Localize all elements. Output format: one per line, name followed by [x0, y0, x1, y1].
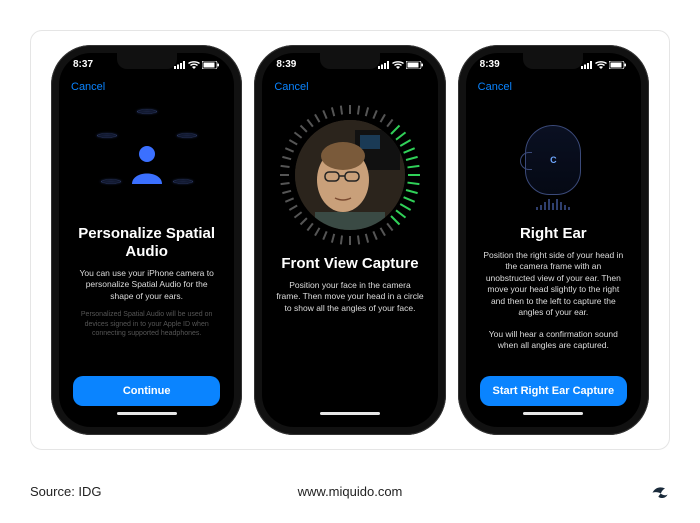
- content-2: Front View Capture Position your face in…: [262, 99, 437, 427]
- phone-1: 8:37 Cancel: [51, 45, 242, 435]
- cancel-button[interactable]: Cancel: [274, 81, 308, 93]
- cancel-button[interactable]: Cancel: [478, 81, 512, 93]
- battery-icon: [609, 61, 627, 69]
- screen-description: Position the right side of your head in …: [480, 250, 627, 319]
- wifi-icon: [595, 61, 607, 69]
- wifi-icon: [392, 61, 404, 69]
- site-url: www.miquido.com: [298, 484, 403, 499]
- ear-label: C: [550, 155, 557, 165]
- head-outline-icon: C: [525, 125, 581, 195]
- source-label: Source: IDG: [30, 484, 102, 499]
- status-icons: [581, 61, 627, 69]
- screen-description-2: You will hear a confirmation sound when …: [480, 329, 627, 352]
- home-indicator[interactable]: [117, 412, 177, 415]
- status-time: 8:39: [276, 59, 296, 70]
- status-time: 8:37: [73, 59, 93, 70]
- ear-icon: [520, 152, 532, 170]
- wifi-icon: [188, 61, 200, 69]
- screen-title: Personalize Spatial Audio: [73, 225, 220, 261]
- person-icon: [130, 144, 164, 184]
- miquido-logo-icon: [650, 481, 670, 501]
- ear-capture-graphic: C: [488, 105, 618, 215]
- start-capture-button[interactable]: Start Right Ear Capture: [480, 376, 627, 406]
- status-time: 8:39: [480, 59, 500, 70]
- battery-icon: [406, 61, 424, 69]
- camera-preview: [295, 120, 405, 230]
- notch: [117, 53, 177, 69]
- screen-1: 8:37 Cancel: [59, 53, 234, 427]
- notch: [320, 53, 380, 69]
- footer: Source: IDG www.miquido.com: [30, 481, 670, 501]
- cancel-button[interactable]: Cancel: [71, 81, 105, 93]
- content-1: Personalize Spatial Audio You can use yo…: [59, 99, 234, 427]
- screenshot-frame: 8:37 Cancel: [30, 30, 670, 450]
- screen-description: Position your face in the camera frame. …: [276, 280, 423, 314]
- screen-2: 8:39 Cancel: [262, 53, 437, 427]
- notch: [523, 53, 583, 69]
- content-3: C Right Ear Position the right side of y…: [466, 99, 641, 427]
- status-icons: [378, 61, 424, 69]
- spatial-audio-graphic: [87, 105, 207, 215]
- screen-3: 8:39 Cancel C: [466, 53, 641, 427]
- soundwave-icon: [536, 199, 570, 210]
- status-icons: [174, 61, 220, 69]
- face-placeholder-icon: [295, 120, 405, 230]
- face-capture-ring: [280, 105, 420, 245]
- screen-title: Right Ear: [520, 225, 587, 243]
- screen-description: You can use your iPhone camera to person…: [73, 268, 220, 302]
- phone-3: 8:39 Cancel C: [458, 45, 649, 435]
- continue-button[interactable]: Continue: [73, 376, 220, 406]
- home-indicator[interactable]: [320, 412, 380, 415]
- canvas: 8:37 Cancel: [0, 0, 700, 523]
- home-indicator[interactable]: [523, 412, 583, 415]
- screen-title: Front View Capture: [281, 255, 418, 273]
- screen-fineprint: Personalized Spatial Audio will be used …: [73, 310, 220, 337]
- battery-icon: [202, 61, 220, 69]
- phone-2: 8:39 Cancel: [254, 45, 445, 435]
